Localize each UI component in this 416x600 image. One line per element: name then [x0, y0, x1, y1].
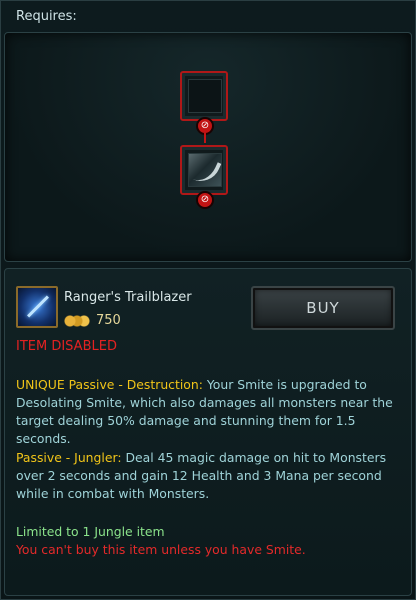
passive-destruction-title: UNIQUE Passive - Destruction: [16, 377, 203, 392]
empty-item-icon [188, 79, 222, 113]
requires-label: Requires: [16, 9, 77, 24]
gold-coins-icon [64, 314, 90, 327]
price-value: 750 [96, 313, 121, 328]
recipe-tree-panel: ⊘ ⊘ [4, 32, 412, 262]
passive-jungler: Passive - Jungler: Deal 45 magic damage … [16, 449, 396, 503]
item-disabled-label: ITEM DISABLED [16, 339, 117, 354]
item-price: 750 [64, 313, 121, 328]
no-entry-icon: ⊘ [196, 191, 214, 209]
passive-destruction: UNIQUE Passive - Destruction: Your Smite… [16, 376, 396, 448]
recipe-slot-empty[interactable]: ⊘ [180, 71, 228, 135]
passive-jungler-title: Passive - Jungler: [16, 450, 122, 465]
talon-icon [188, 153, 222, 188]
recipe-connector-line [204, 133, 206, 143]
item-name: Ranger's Trailblazer [64, 290, 192, 305]
sword-icon [16, 286, 58, 328]
recipe-slot-talisman[interactable]: ⊘ [180, 145, 228, 209]
smite-warning-text: You can't buy this item unless you have … [16, 542, 306, 557]
buy-button[interactable]: BUY [251, 286, 395, 330]
limit-text: Limited to 1 Jungle item [16, 524, 165, 539]
